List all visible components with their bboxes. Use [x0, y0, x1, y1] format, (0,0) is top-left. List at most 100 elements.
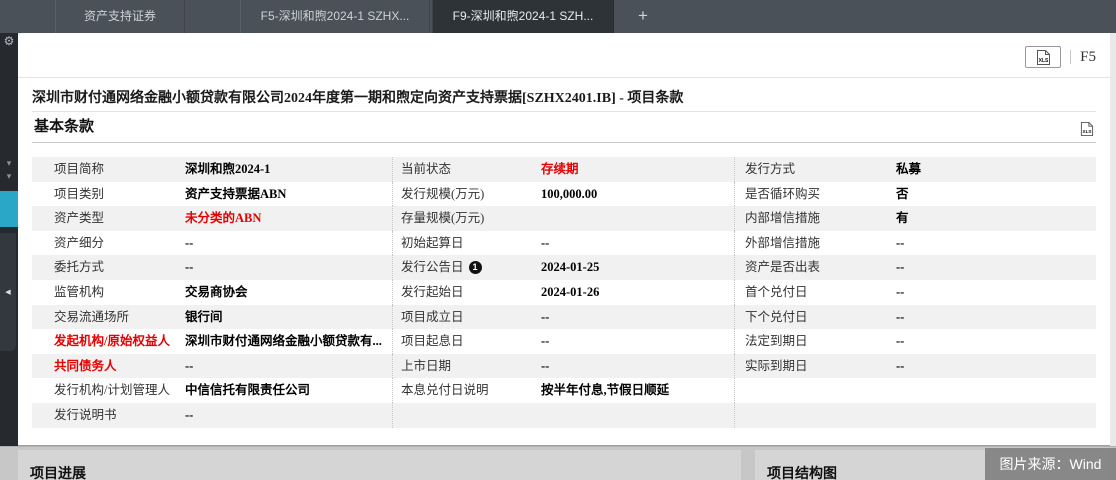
field-label: 初始起算日 — [392, 231, 538, 256]
field-label: 项目成立日 — [392, 305, 538, 330]
section-title: 基本条款 — [34, 119, 94, 135]
toolbar-divider — [1070, 50, 1071, 64]
field-label-text: 当前状态 — [401, 162, 451, 176]
field-value: 交易商协会 — [180, 280, 392, 305]
field-value: 未分类的ABN — [180, 206, 392, 231]
field-label: 上市日期 — [392, 354, 538, 379]
field-label-text: 首个兑付日 — [745, 285, 808, 299]
section-export-xls-button[interactable]: XLS — [1080, 118, 1094, 149]
watermark: 图片来源：Wind — [985, 448, 1116, 480]
field-label-text: 存量规模(万元) — [401, 211, 484, 225]
field-label — [392, 403, 538, 428]
field-label: 实际到期日 — [734, 354, 880, 379]
field-label-text: 项目类别 — [54, 187, 104, 201]
chevron-down-icon[interactable]: ▾ — [0, 173, 18, 182]
table-row: 发行机构/计划管理人中信信托有限责任公司本息兑付日说明按半年付息,节假日顺延 — [32, 378, 1096, 403]
field-label — [734, 403, 880, 428]
field-value: 深圳和煦2024-1 — [180, 157, 392, 182]
tab-f5-shenzhen-hexu[interactable]: F5-深圳和煦2024-1 SZHX... — [240, 0, 430, 33]
field-label: 是否循环购买 — [734, 182, 880, 207]
field-label: 发行机构/计划管理人 — [32, 378, 180, 403]
main-panel: XLS F5 深圳市财付通网络金融小额贷款有限公司2024年度第一期和煦定向资产… — [18, 33, 1110, 446]
field-value — [538, 403, 734, 428]
field-value: 2024-01-26 — [538, 280, 734, 305]
field-label: 法定到期日 — [734, 329, 880, 354]
field-label-text: 发起机构/原始权益人 — [54, 334, 170, 348]
field-label-text: 交易流通场所 — [54, 310, 129, 324]
gear-icon[interactable]: ⚙ — [0, 33, 18, 49]
field-label: 存量规模(万元) — [392, 206, 538, 231]
field-label-text: 本息兑付日说明 — [401, 383, 489, 397]
field-label[interactable]: 共同债务人 — [32, 354, 180, 379]
page-title: 深圳市财付通网络金融小额贷款有限公司2024年度第一期和煦定向资产支持票据[SZ… — [18, 77, 1110, 110]
field-label: 项目简称 — [32, 157, 180, 182]
card-toolbar: XLS F5 — [1025, 46, 1100, 68]
tab-f9-shenzhen-hexu[interactable]: F9-深圳和煦2024-1 SZH... — [432, 0, 614, 33]
table-row: 资产类型未分类的ABN存量规模(万元)内部增信措施有 — [32, 206, 1096, 231]
field-label: 当前状态 — [392, 157, 538, 182]
field-label: 资产类型 — [32, 206, 180, 231]
field-value: 银行间 — [180, 305, 392, 330]
field-value: 资产支持票据ABN — [180, 182, 392, 207]
field-value: -- — [180, 255, 392, 280]
field-label: 发行公告日1 — [392, 255, 538, 280]
field-label-text: 是否循环购买 — [745, 187, 820, 201]
field-value: -- — [180, 231, 392, 256]
field-value: 2024-01-25 — [538, 255, 734, 280]
field-label-text: 初始起算日 — [401, 236, 464, 250]
field-label-text: 委托方式 — [54, 260, 104, 274]
chevron-down-icon[interactable]: ▾ — [0, 160, 18, 169]
field-value: 深圳市财付通网络金融小额贷款有... — [180, 329, 392, 354]
field-label-text: 下个兑付日 — [745, 310, 808, 324]
field-label: 本息兑付日说明 — [392, 378, 538, 403]
field-value: -- — [538, 305, 734, 330]
table-row: 交易流通场所银行间项目成立日--下个兑付日-- — [32, 305, 1096, 330]
field-label-text: 资产类型 — [54, 211, 104, 225]
field-value: -- — [880, 305, 1096, 330]
sidebar-active-indicator[interactable] — [0, 191, 18, 227]
field-value: -- — [880, 231, 1096, 256]
field-label: 发行方式 — [734, 157, 880, 182]
tab-label: F5-深圳和煦2024-1 SZHX... — [261, 9, 410, 23]
sidebar-collapse-handle[interactable]: ◀ — [0, 233, 16, 351]
field-label[interactable]: 发起机构/原始权益人 — [32, 329, 180, 354]
info-icon[interactable]: 1 — [469, 261, 482, 274]
table-row: 发行说明书-- — [32, 403, 1096, 428]
field-label-text: 资产是否出表 — [745, 260, 820, 274]
tab-abs-securities[interactable]: 资产支持证券 — [55, 0, 185, 33]
field-value: -- — [180, 403, 392, 428]
field-label-text: 项目简称 — [54, 162, 104, 176]
add-tab-button[interactable]: + — [628, 0, 658, 33]
bottom-region: 项目进展 项目结构图 — [0, 446, 1116, 480]
basic-terms-section: 基本条款 XLS 项目简称深圳和煦2024-1当前状态存续期发行方式私募项目类别… — [32, 111, 1096, 433]
field-label: 项目类别 — [32, 182, 180, 207]
project-progress-panel: 项目进展 — [18, 450, 741, 480]
field-label-text: 发行规模(万元) — [401, 187, 484, 201]
field-label-text: 发行机构/计划管理人 — [54, 383, 170, 397]
basic-terms-header: 基本条款 XLS — [32, 112, 1096, 143]
field-label-text: 内部增信措施 — [745, 211, 820, 225]
field-label: 资产细分 — [32, 231, 180, 256]
field-label: 首个兑付日 — [734, 280, 880, 305]
field-label-text: 项目起息日 — [401, 334, 464, 348]
field-label: 发行规模(万元) — [392, 182, 538, 207]
table-row: 发起机构/原始权益人深圳市财付通网络金融小额贷款有... 项目起息日 -- 法定到期日… — [32, 329, 1096, 354]
field-value — [880, 378, 1096, 403]
field-value: -- — [538, 354, 734, 379]
table-row: 项目简称深圳和煦2024-1当前状态存续期发行方式私募 — [32, 157, 1096, 182]
field-value: 按半年付息,节假日顺延 — [538, 378, 734, 403]
field-label-text: 外部增信措施 — [745, 236, 820, 250]
xls-file-icon: XLS — [1080, 121, 1094, 137]
left-sidebar: ⚙ ▾ ▾ ◀ — [0, 33, 18, 446]
field-label-text: 共同债务人 — [54, 359, 117, 373]
field-label: 内部增信措施 — [734, 206, 880, 231]
table-row: 资产细分--初始起算日--外部增信措施-- — [32, 231, 1096, 256]
export-xls-button[interactable]: XLS — [1025, 46, 1061, 68]
field-label-text: 实际到期日 — [745, 359, 808, 373]
field-value: 存续期 — [538, 157, 734, 182]
field-label-text: 法定到期日 — [745, 334, 808, 348]
field-value: -- — [538, 329, 734, 354]
svg-text:XLS: XLS — [1082, 129, 1091, 134]
field-value: -- — [538, 231, 734, 256]
xls-file-icon: XLS — [1036, 49, 1051, 66]
